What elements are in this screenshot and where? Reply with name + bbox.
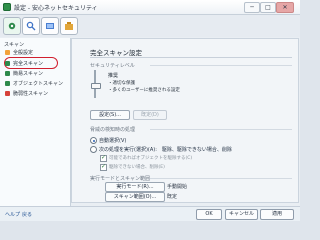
security-level-section-title: セキュリティレベル <box>90 63 135 69</box>
main-panel: 完全スキャン設定 セキュリティレベル 推奨 ・適切な保護 ・多くのユーザーに推奨… <box>71 38 299 203</box>
search-icon <box>26 21 36 31</box>
execute-action-radio[interactable] <box>90 146 97 153</box>
sidebar-item-label: 簡易スキャン <box>13 70 44 77</box>
section-divider <box>150 178 292 179</box>
section-divider <box>150 129 292 130</box>
maximize-button[interactable]: □ <box>260 2 276 13</box>
settings-tab-button[interactable] <box>3 17 21 35</box>
close-button[interactable]: ✕ <box>276 2 294 13</box>
scan-full-icon <box>5 60 10 66</box>
scan-vuln-icon <box>5 90 10 96</box>
delete-label: 駆除できない場合、削除(E) <box>109 165 165 170</box>
sidebar: スキャン 全般設定 完全スキャン 簡易スキャン オブジェクトスキャン 脆弱性スキ… <box>0 38 71 206</box>
window-title: 設定 - 安心ネットセキュリティ <box>14 5 98 12</box>
footer-bar: ヘルプ 戻る OK キャンセル 適用 <box>0 206 300 221</box>
minimize-button[interactable]: ─ <box>244 2 260 13</box>
security-level-value: 推奨 <box>108 73 119 79</box>
sidebar-item-label: 完全スキャン <box>13 60 44 67</box>
auto-select-label: 自動選択(V) <box>99 138 127 144</box>
app-shield-icon <box>3 3 11 11</box>
sidebar-item-object-scan[interactable]: オブジェクトスキャン <box>5 79 67 87</box>
settings-button[interactable]: 設定(S)... <box>90 110 130 120</box>
run-mode-section-title: 実行モードとスキャン範囲 <box>90 176 151 182</box>
settings-icon <box>8 22 16 30</box>
scan-object-icon <box>5 80 10 86</box>
apply-button[interactable]: 適用 <box>260 209 294 220</box>
run-mode-button[interactable]: 実行モード(R)... <box>105 182 165 192</box>
execute-action-label: 次の処理を実行(選択)(A): 駆除、駆除できない場合、削除 <box>99 147 232 153</box>
scan-scope-button[interactable]: スキャン範囲(O)... <box>105 192 165 202</box>
cancel-button[interactable]: キャンセル <box>225 209 258 220</box>
back-link[interactable]: 戻る <box>22 211 32 218</box>
sidebar-item-vulnerability-scan[interactable]: 脆弱性スキャン <box>5 89 67 97</box>
tools-icon <box>65 22 73 30</box>
scan-quick-icon <box>5 70 10 76</box>
delete-checkbox[interactable] <box>100 163 107 171</box>
toolbar <box>0 15 300 37</box>
settings-window: 設定 - 安心ネットセキュリティ ─ □ ✕ スキャン 全般設定 完全スキャン … <box>0 0 300 221</box>
title-divider <box>90 57 292 58</box>
security-level-slider-handle[interactable] <box>91 83 101 89</box>
disinfect-label: 可能であればオブジェクトを駆除する(C) <box>109 156 193 161</box>
sidebar-item-general[interactable]: 全般設定 <box>5 48 67 56</box>
gear-icon <box>5 49 10 55</box>
tools-tab-button[interactable] <box>60 17 78 35</box>
ok-button[interactable]: OK <box>196 209 222 220</box>
title-bar: 設定 - 安心ネットセキュリティ ─ □ ✕ <box>0 0 300 15</box>
sidebar-item-label: オブジェクトスキャン <box>13 80 64 87</box>
sidebar-item-label: 全般設定 <box>13 49 34 56</box>
sidebar-item-full-scan[interactable]: 完全スキャン <box>5 59 67 67</box>
scan-scope-value: 既定 <box>167 194 178 200</box>
sidebar-item-label: 脆弱性スキャン <box>13 90 49 97</box>
page-title: 完全スキャン設定 <box>90 49 142 57</box>
search-tab-button[interactable] <box>22 17 40 35</box>
default-button[interactable]: 既定(D) <box>133 110 167 120</box>
help-link[interactable]: ヘルプ <box>5 211 20 218</box>
sidebar-item-quick-scan[interactable]: 簡易スキャン <box>5 69 67 77</box>
level-description-line: ・適切な保護 <box>108 81 135 86</box>
threat-action-section-title: 脅威の検知時の処理 <box>90 127 136 133</box>
section-divider <box>150 65 292 66</box>
disinfect-checkbox[interactable] <box>100 154 107 162</box>
auto-select-radio[interactable] <box>90 137 97 144</box>
level-description-line: ・多くのユーザーに推奨される設定 <box>108 88 180 93</box>
sidebar-header: スキャン <box>4 42 25 48</box>
update-icon <box>46 23 54 29</box>
run-mode-value: 手動開始 <box>167 184 188 190</box>
update-tab-button[interactable] <box>41 17 59 35</box>
